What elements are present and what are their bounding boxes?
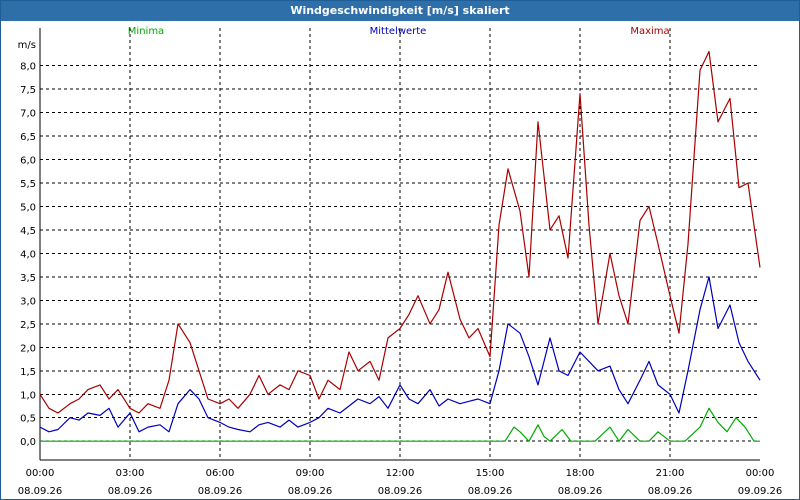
legend-entry-maxima: Maxima — [630, 26, 669, 37]
x-tick-time-label: 15:00 — [476, 468, 505, 479]
legend-entry-minima: Minima — [128, 26, 164, 37]
y-tick-label: 4,0 — [20, 249, 36, 260]
y-tick-label: 7,0 — [20, 109, 36, 120]
legend-entry-mittelwerte: Mittelwerte — [370, 26, 427, 37]
x-tick-time-label: 00:00 — [26, 468, 55, 479]
y-tick-label: 2,5 — [20, 320, 36, 331]
x-tick-date-label: 08.09.26 — [378, 486, 423, 497]
x-tick-date-label: 08.09.26 — [198, 486, 243, 497]
wind-speed-chart: 0,0 0,5 1,0 1,5 2,0 2,5 3,0 3,5 4,0 4,5 5,0 5,5 6,0 6… — [18, 26, 783, 497]
x-tick-date-label: 08.09.26 — [18, 486, 63, 497]
x-tick-time-label: 18:00 — [566, 468, 595, 479]
y-tick-label: 1,0 — [20, 390, 36, 401]
x-tick-time-label: 12:00 — [386, 468, 415, 479]
x-tick-time-label: 09:00 — [296, 468, 325, 479]
y-tick-label: 5,5 — [20, 179, 36, 190]
y-tick-label: 3,0 — [20, 296, 36, 307]
y-tick-label: 0,0 — [20, 437, 36, 448]
x-tick-date-label: 08.09.26 — [648, 486, 693, 497]
y-tick-label: 2,0 — [20, 343, 36, 354]
y-axis-label: m/s — [18, 40, 36, 51]
x-tick-date-label: 08.09.26 — [288, 486, 333, 497]
y-tick-label: 6,5 — [20, 132, 36, 143]
y-tick-label: 8,0 — [20, 62, 36, 73]
y-tick-label: 3,5 — [20, 273, 36, 284]
y-tick-label: 1,5 — [20, 367, 36, 378]
x-tick-time-label: 06:00 — [206, 468, 235, 479]
y-tick-label: 7,5 — [20, 85, 36, 96]
x-tick-date-label: 08.09.26 — [468, 486, 513, 497]
x-tick-date-label: 08.09.26 — [558, 486, 603, 497]
x-tick-time-label: 21:00 — [656, 468, 685, 479]
y-tick-label: 6,0 — [20, 155, 36, 166]
y-tick-label: 0,5 — [20, 414, 36, 425]
x-tick-date-label: 08.09.26 — [108, 486, 153, 497]
x-tick-time-label: 03:00 — [116, 468, 145, 479]
y-tick-label: 5,0 — [20, 202, 36, 213]
x-tick-time-label: 00:00 — [746, 468, 775, 479]
y-tick-label: 4,5 — [20, 226, 36, 237]
x-tick-date-label: 09.09.26 — [738, 486, 783, 497]
